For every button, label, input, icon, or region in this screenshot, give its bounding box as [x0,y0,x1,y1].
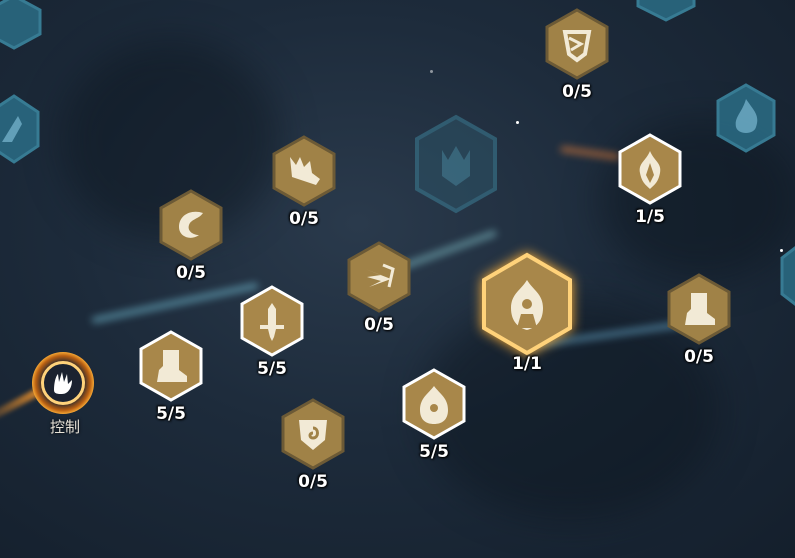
locked-node-claw[interactable] [0,94,40,164]
talent-count: 1/5 [635,207,665,227]
boot-icon [157,350,187,382]
locked-node-crown[interactable] [414,114,498,214]
dragon-swirl-icon [179,211,203,238]
locked-node-fire[interactable] [716,83,776,153]
talent-count: 1/1 [512,354,542,374]
talent-node[interactable]: 1/5 [618,133,682,227]
spiral-shield-icon [299,420,327,450]
talent-count: 5/5 [257,359,287,379]
talent-count: 0/5 [684,347,714,367]
talent-count: 0/5 [298,472,328,492]
talent-count: 0/5 [364,315,394,335]
boot-icon [685,293,715,325]
light-streak [91,282,259,324]
talent-count: 0/5 [176,263,206,283]
talent-count: 0/5 [562,82,592,102]
talent-node[interactable]: 0/5 [545,8,609,102]
shield-arrow-icon [562,30,592,63]
category-ring [41,361,85,405]
talent-node[interactable]: 0/5 [281,398,345,492]
star [516,121,519,124]
locked-node-topleft[interactable] [0,0,42,50]
locked-node-right[interactable] [780,246,795,306]
claw-icon [54,372,72,394]
jagged-sword-icon [290,157,320,185]
locked-node-top[interactable] [636,0,696,22]
talent-node[interactable]: 0/5 [159,189,223,283]
talent-count: 0/5 [289,209,319,229]
talent-node[interactable]: 5/5 [402,368,466,462]
category-label: 控制 [49,418,80,436]
winged-arrow-icon [365,263,395,288]
sword-icon [260,303,284,341]
talent-node[interactable]: 0/5 [667,273,731,367]
keystone-talent-node[interactable]: 1/1 [481,252,573,378]
talent-count: 5/5 [156,404,186,424]
flaming-crown-icon [639,151,661,189]
category-control-button[interactable] [32,352,94,414]
talent-node[interactable]: 5/5 [240,285,304,379]
talent-node[interactable]: 0/5 [272,135,336,229]
flame-figure-icon [420,386,448,424]
talent-count: 5/5 [419,442,449,462]
talent-node[interactable]: 5/5 [139,330,203,424]
light-streak [559,145,621,161]
star [430,70,433,73]
talent-node[interactable]: 0/5 [347,241,411,335]
burning-figure-icon [511,280,543,330]
